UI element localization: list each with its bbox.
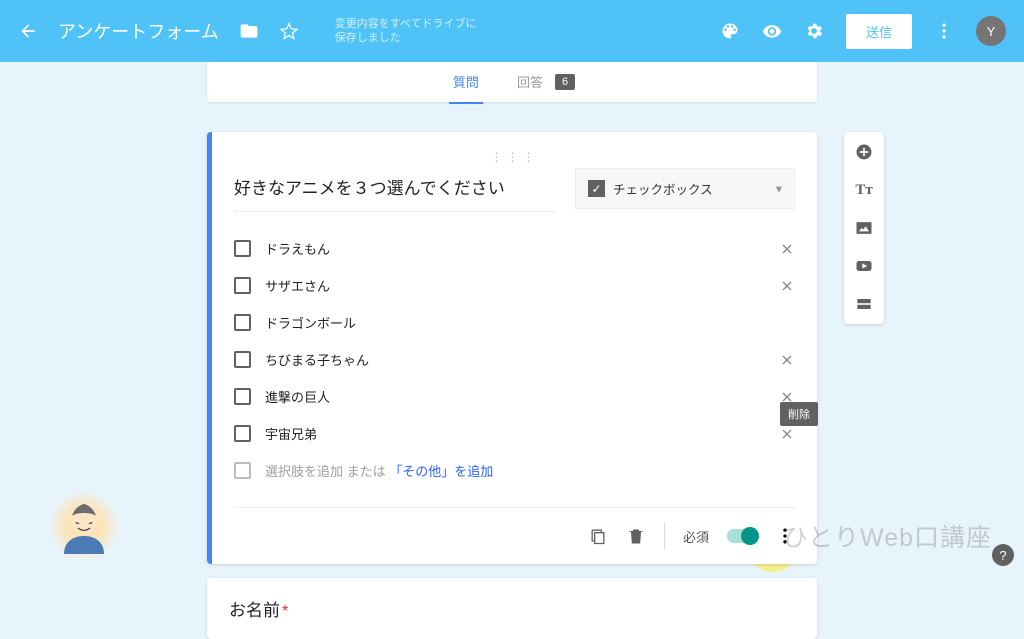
options-list: ドラえもん サザエさん ドラゴンボール ちびまる子ちゃん 進撃の巨人 宇宙兄弟 …: [234, 230, 795, 489]
add-title-icon[interactable]: Tᴛ: [854, 180, 874, 200]
remove-option-icon[interactable]: [779, 426, 795, 442]
drag-handle-icon[interactable]: ⋮⋮⋮: [234, 150, 795, 164]
checkbox-icon: [234, 277, 251, 294]
palette-icon[interactable]: [720, 21, 740, 41]
folder-icon[interactable]: [239, 21, 259, 41]
add-image-icon[interactable]: [854, 218, 874, 238]
remove-option-icon[interactable]: [779, 352, 795, 368]
add-video-icon[interactable]: [854, 256, 874, 276]
required-label: 必須: [683, 527, 709, 546]
delete-tooltip: 削除: [780, 402, 818, 426]
option-row[interactable]: サザエさん: [234, 267, 795, 304]
option-label[interactable]: サザエさん: [265, 276, 765, 295]
add-other-link[interactable]: 「その他」を追加: [389, 464, 493, 479]
option-row[interactable]: ドラゴンボール: [234, 304, 795, 341]
checkbox-icon: [234, 425, 251, 442]
question-title-input[interactable]: 好きなアニメを３つ選んでください: [234, 168, 555, 212]
question-card[interactable]: ⋮⋮⋮ 好きなアニメを３つ選んでください チェックボックス ▾ ドラえもん サザ…: [207, 132, 817, 564]
tab-bar: 質問 回答 6: [207, 62, 817, 102]
tab-responses[interactable]: 回答: [513, 61, 547, 104]
response-count-badge: 6: [555, 74, 575, 90]
checkbox-icon: [234, 462, 251, 479]
question-card-next[interactable]: お名前*: [207, 578, 817, 639]
option-row[interactable]: 進撃の巨人: [234, 378, 795, 415]
remove-option-icon[interactable]: [779, 278, 795, 294]
option-row[interactable]: 宇宙兄弟: [234, 415, 795, 452]
remove-option-icon[interactable]: [779, 241, 795, 257]
help-icon[interactable]: ?: [992, 544, 1014, 566]
account-avatar[interactable]: Y: [976, 16, 1006, 46]
tab-questions[interactable]: 質問: [449, 61, 483, 104]
add-option-row[interactable]: 選択肢を追加 または 「その他」を追加: [234, 452, 795, 489]
option-label[interactable]: ちびまる子ちゃん: [265, 350, 765, 369]
save-status: 変更内容をすべてドライブに 保存しました: [335, 17, 477, 46]
checkbox-icon: [234, 351, 251, 368]
form-title[interactable]: アンケートフォーム: [58, 18, 219, 44]
add-option-text: 選択肢を追加 または 「その他」を追加: [265, 461, 795, 480]
option-row[interactable]: ドラえもん: [234, 230, 795, 267]
question-footer: 必須: [234, 507, 795, 564]
add-section-icon[interactable]: [854, 294, 874, 314]
divider: [664, 522, 665, 550]
send-button[interactable]: 送信: [846, 14, 912, 49]
question-toolbar: Tᴛ: [844, 132, 884, 324]
app-header: アンケートフォーム 変更内容をすべてドライブに 保存しました 送信 Y: [0, 0, 1024, 62]
question-title: お名前: [229, 601, 280, 620]
more-vert-icon[interactable]: [934, 21, 954, 41]
back-arrow-icon[interactable]: [18, 21, 38, 41]
add-question-icon[interactable]: [854, 142, 874, 162]
star-icon[interactable]: [279, 21, 299, 41]
preview-icon[interactable]: [762, 21, 782, 41]
question-type-select[interactable]: チェックボックス ▾: [575, 168, 795, 209]
option-label[interactable]: ドラえもん: [265, 239, 765, 258]
option-label[interactable]: ドラゴンボール: [265, 313, 765, 332]
option-row[interactable]: ちびまる子ちゃん: [234, 341, 795, 378]
checkbox-icon: [234, 314, 251, 331]
question-type-label: チェックボックス: [613, 179, 713, 198]
required-star: *: [282, 603, 288, 620]
checkbox-icon: [234, 240, 251, 257]
checkbox-icon: [234, 388, 251, 405]
watermark-text: ひとりWeb口講座: [783, 518, 992, 554]
trash-icon[interactable]: [626, 526, 646, 546]
option-label[interactable]: 宇宙兄弟: [265, 424, 765, 443]
presenter-avatar: [48, 490, 120, 562]
duplicate-icon[interactable]: [588, 526, 608, 546]
checkbox-icon: [588, 180, 605, 197]
option-label[interactable]: 進撃の巨人: [265, 387, 765, 406]
chevron-down-icon: ▾: [776, 181, 782, 196]
settings-icon[interactable]: [804, 21, 824, 41]
required-toggle[interactable]: [727, 529, 757, 543]
